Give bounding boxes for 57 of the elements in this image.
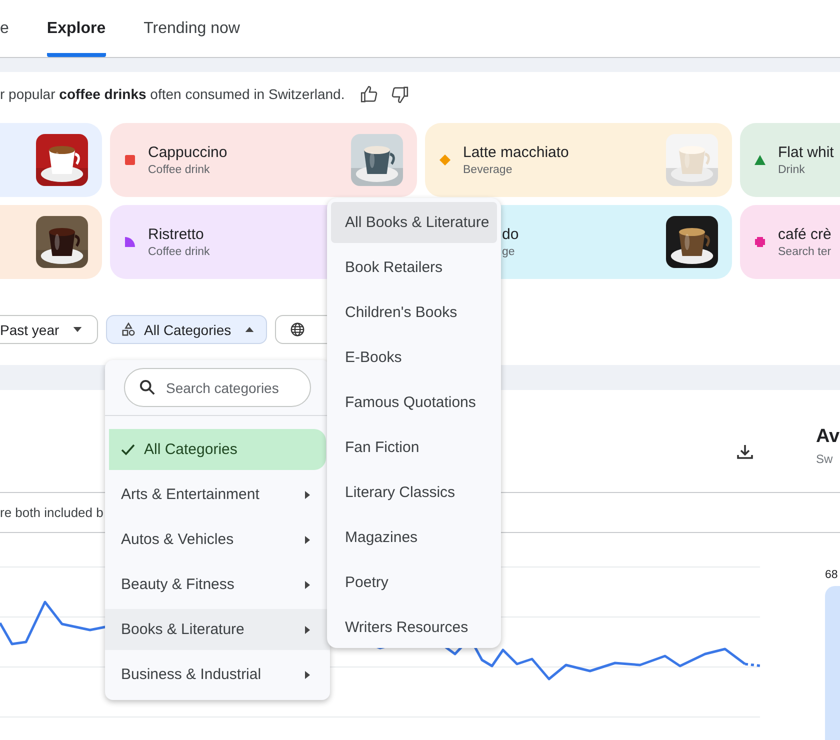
card-subtitle: Search ter <box>778 246 832 258</box>
check-icon <box>121 444 135 456</box>
filter-dropdown[interactable]: All Categories <box>106 315 268 344</box>
card-subtitle: Coffee drink <box>148 164 211 176</box>
download-icon[interactable] <box>736 443 754 461</box>
caret-down-icon <box>73 327 82 332</box>
topic-card[interactable]: Flat whit Drink <box>740 123 840 197</box>
subcategory-item[interactable]: E-Books <box>331 337 497 378</box>
category-item[interactable]: Arts & Entertainment <box>105 474 330 515</box>
submenu-arrow-icon <box>305 580 310 588</box>
panel-heading: Av <box>816 426 840 448</box>
card-subtitle: Coffee drink <box>148 246 211 258</box>
card-title: do <box>502 226 520 243</box>
tab[interactable]: Trending now <box>144 0 240 57</box>
filter-dropdown[interactable]: Past year <box>0 315 98 344</box>
topic-card[interactable]: Cappuccino Coffee drink <box>110 123 417 197</box>
topic-card[interactable]: Latte macchiato Beverage <box>425 123 732 197</box>
panel-subheading: Sw <box>816 452 834 466</box>
bar-value: 68 <box>825 569 839 581</box>
subcategory-item[interactable]: Fan Fiction <box>331 427 497 468</box>
caret-up-icon <box>245 327 254 332</box>
category-item[interactable]: Books & Literature <box>105 609 330 650</box>
summary-text: r popular coffee drinks often consumed in Switzerland. <box>0 86 345 102</box>
submenu-arrow-icon <box>305 626 310 634</box>
submenu-arrow-icon <box>305 490 310 498</box>
subcategory-item[interactable]: Writers Resources <box>331 607 497 648</box>
card-title: Flat whit <box>778 144 835 161</box>
thumbs-down-icon[interactable] <box>390 84 409 104</box>
card-subtitle: Beverage <box>463 164 514 176</box>
topic-card[interactable]: do ge <box>501 205 732 279</box>
search-icon <box>139 379 156 396</box>
category-item[interactable]: Business & Industrial <box>105 654 330 695</box>
card-title: Cappuccino <box>148 144 228 161</box>
submenu-arrow-icon <box>305 536 310 544</box>
subcategory-item[interactable]: Literary Classics <box>331 472 497 513</box>
subcategory-item[interactable]: Magazines <box>331 517 497 558</box>
category-item[interactable]: Autos & Vehicles <box>105 519 330 560</box>
card-title: café crè <box>778 226 832 243</box>
category-item[interactable]: Beauty & Fitness <box>105 564 330 605</box>
topic-card[interactable]: café crè Search ter <box>740 205 840 279</box>
tab[interactable]: Explore <box>46 0 106 57</box>
card-title: Ristretto <box>148 226 205 243</box>
shapes-icon <box>121 322 136 337</box>
tab[interactable]: e <box>0 0 9 57</box>
category-item[interactable]: All Categories <box>109 429 326 470</box>
search-field[interactable]: Search categories <box>124 368 311 407</box>
globe-icon <box>290 322 306 337</box>
submenu-arrow-icon <box>305 670 310 678</box>
subcategory-item[interactable]: Poetry <box>331 562 497 603</box>
card-subtitle: Drink <box>778 164 806 176</box>
subcategory-item[interactable]: Famous Quotations <box>331 382 497 423</box>
chart-note: re both included b <box>0 505 104 520</box>
card-title: Latte macchiato <box>463 144 570 161</box>
thumbs-up-icon[interactable] <box>360 84 379 104</box>
subcategory-item[interactable]: All Books & Literature <box>331 202 497 243</box>
subcategory-item[interactable]: Children's Books <box>331 292 497 333</box>
card-subtitle: ge <box>502 246 516 258</box>
